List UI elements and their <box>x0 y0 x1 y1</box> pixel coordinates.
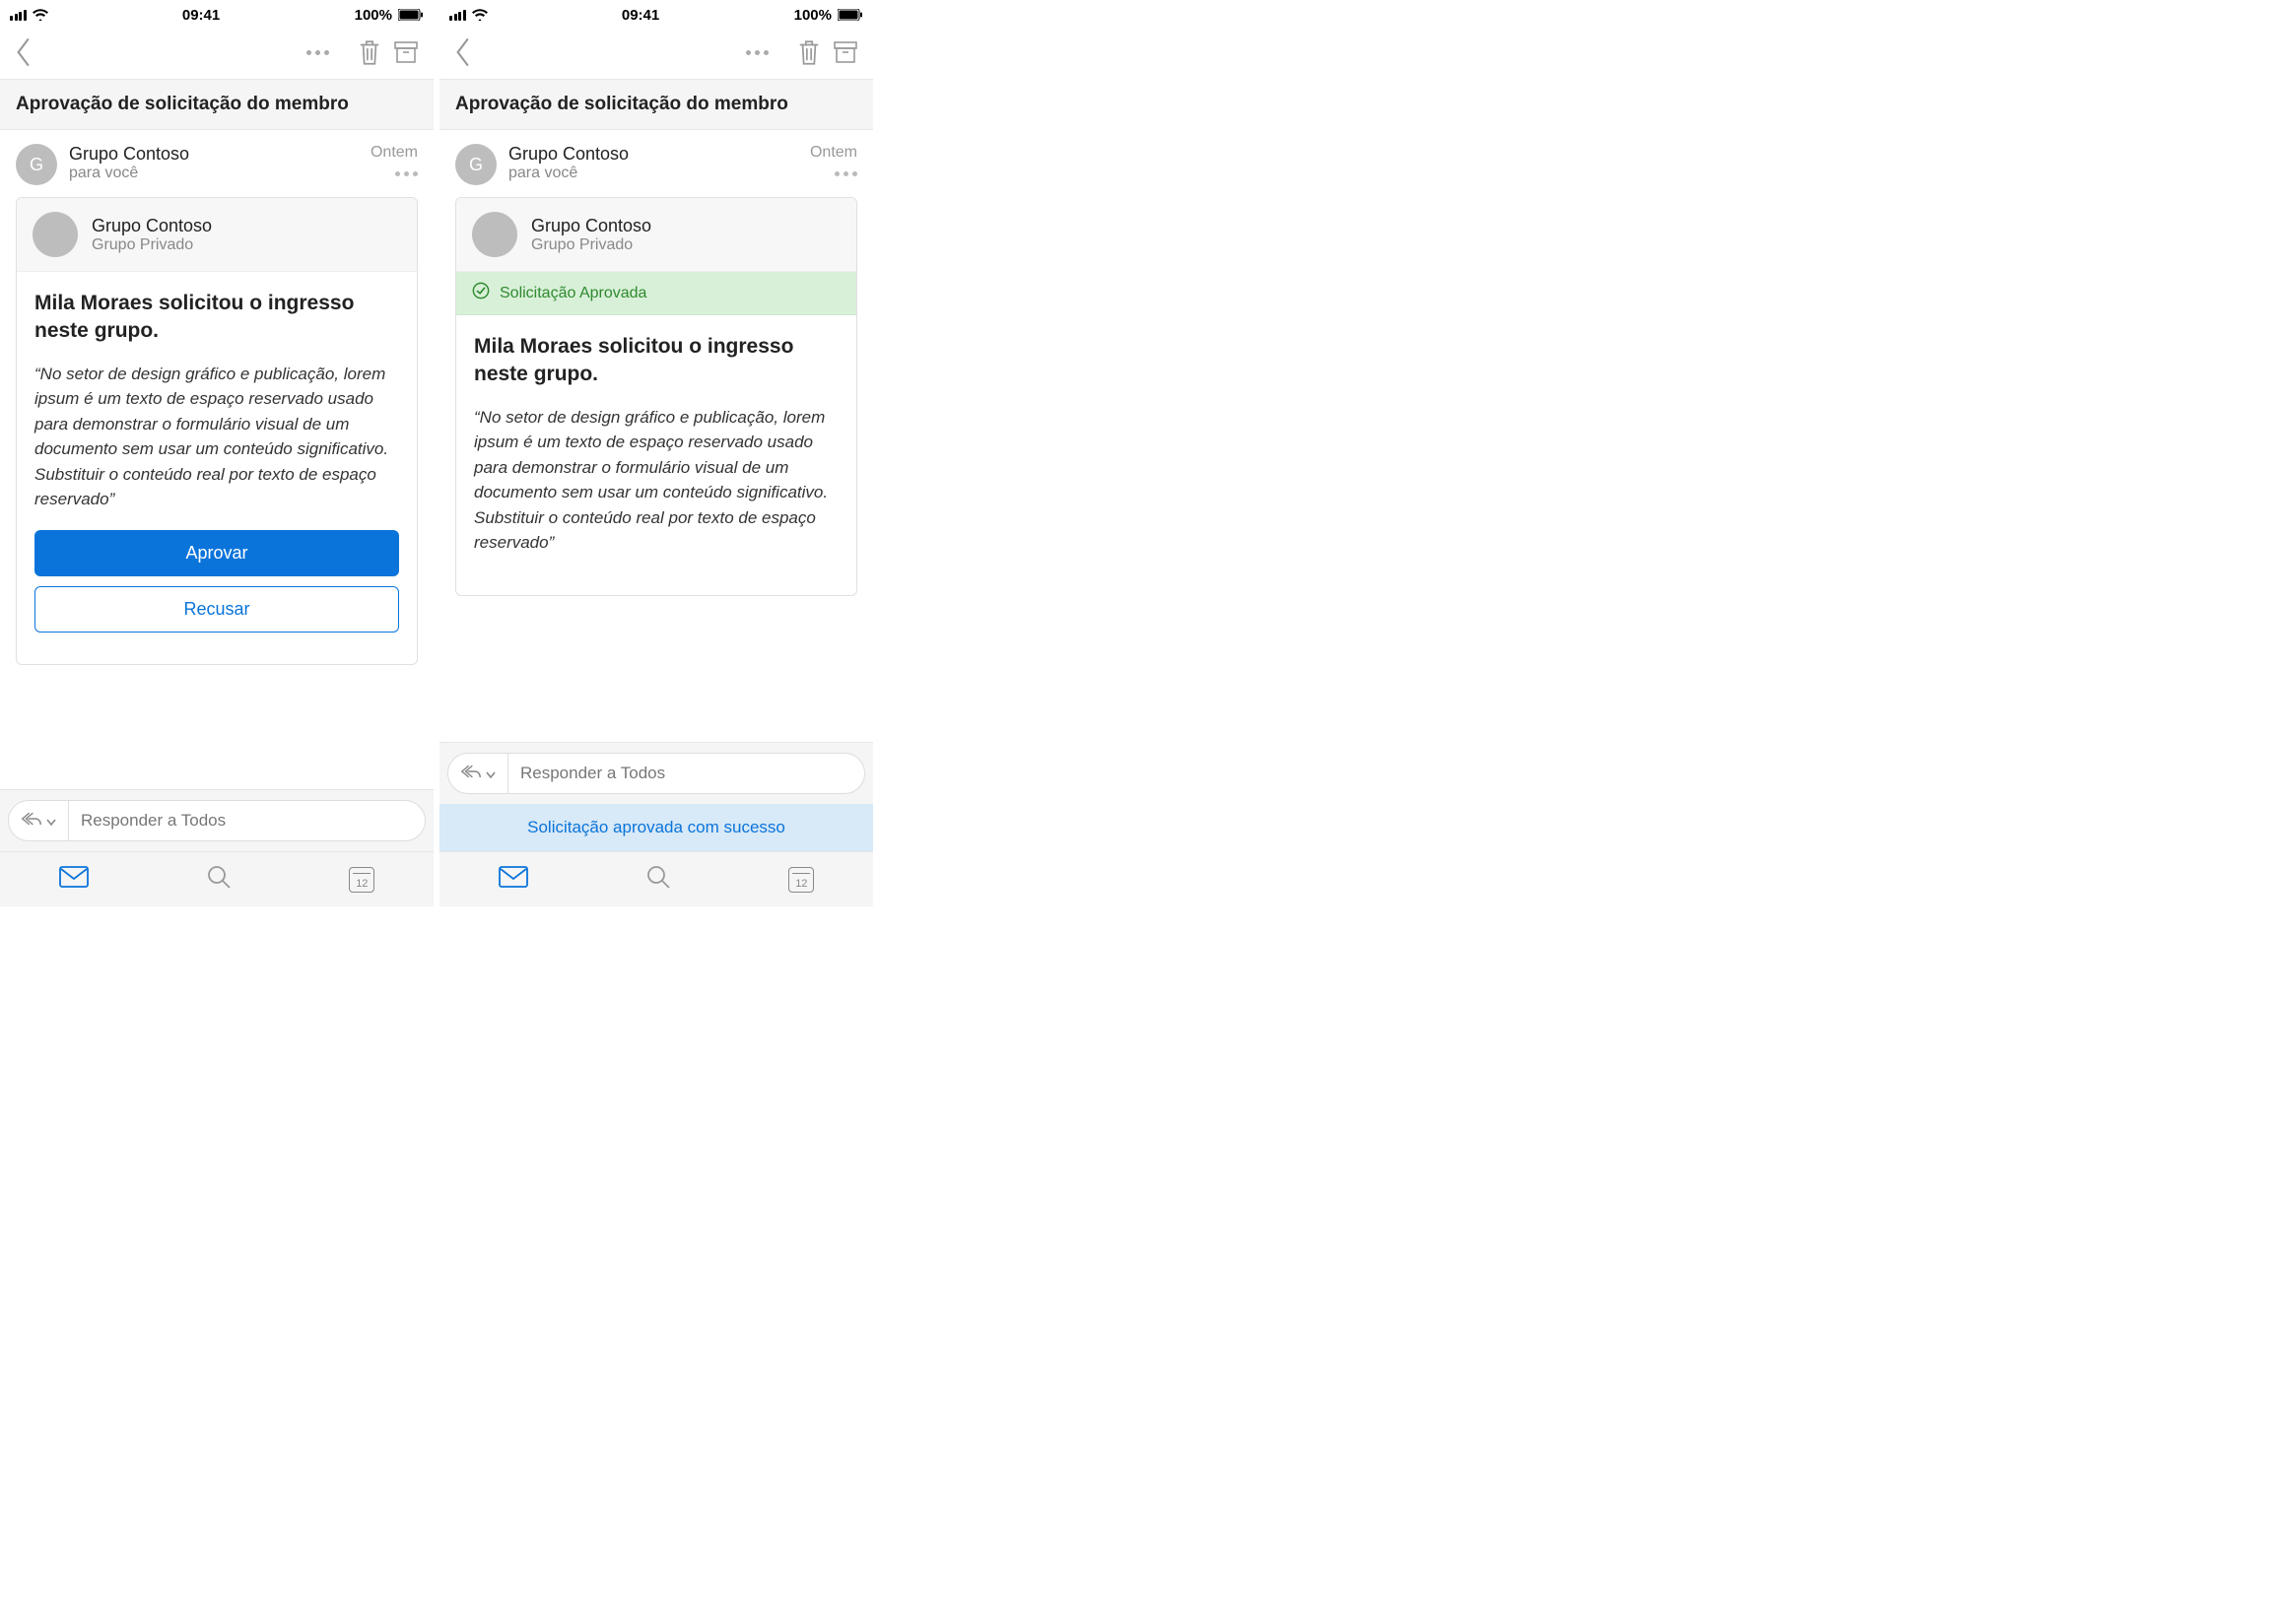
wifi-icon <box>33 9 48 21</box>
tab-calendar[interactable]: 12 <box>349 867 374 893</box>
calendar-icon: 12 <box>788 867 814 893</box>
reply-input[interactable]: Responder a Todos <box>447 753 865 794</box>
recipient-line: para você <box>69 165 189 182</box>
trash-icon[interactable] <box>357 37 382 67</box>
battery-percent: 100% <box>355 7 392 24</box>
request-card: Grupo Contoso Grupo Privado Solicitação … <box>455 197 857 596</box>
more-icon[interactable] <box>746 50 769 55</box>
success-toast: Solicitação aprovada com sucesso <box>439 804 873 851</box>
subject: Aprovação de solicitação do membro <box>439 79 873 130</box>
trash-icon[interactable] <box>796 37 822 67</box>
archive-icon[interactable] <box>392 38 420 66</box>
reply-all-icon <box>21 811 42 832</box>
group-avatar <box>33 212 78 257</box>
battery-icon <box>838 9 863 21</box>
mail-header: G Grupo Contoso para você Ontem <box>0 130 434 197</box>
mail-header: G Grupo Contoso para você Ontem <box>439 130 873 197</box>
battery-icon <box>398 9 424 21</box>
approved-label: Solicitação Aprovada <box>500 285 646 302</box>
status-bar: 09:41 100% <box>0 0 434 26</box>
tab-mail[interactable] <box>59 866 89 893</box>
group-privacy: Grupo Privado <box>92 236 212 254</box>
tab-calendar[interactable]: 12 <box>788 867 814 893</box>
reply-placeholder: Responder a Todos <box>69 811 226 831</box>
chevron-down-icon <box>486 764 496 784</box>
toolbar <box>0 26 434 79</box>
subject: Aprovação de solicitação do membro <box>0 79 434 130</box>
request-title: Mila Moraes solicitou o ingresso neste g… <box>34 290 399 346</box>
group-name: Grupo Contoso <box>92 216 212 236</box>
tab-bar: 12 <box>0 851 434 906</box>
reply-bar: Responder a Todos <box>0 789 434 851</box>
reply-input[interactable]: Responder a Todos <box>8 800 426 841</box>
more-icon[interactable] <box>306 50 329 55</box>
back-icon[interactable] <box>14 37 34 67</box>
card-header: Grupo Contoso Grupo Privado <box>456 198 856 272</box>
request-card: Grupo Contoso Grupo Privado Mila Moraes … <box>16 197 418 665</box>
toolbar <box>439 26 873 79</box>
tab-bar: 12 <box>439 851 873 906</box>
signal-icon <box>10 10 27 21</box>
reply-placeholder: Responder a Todos <box>508 764 665 783</box>
decline-button[interactable]: Recusar <box>34 586 399 633</box>
chevron-down-icon <box>46 811 56 832</box>
group-name: Grupo Contoso <box>531 216 651 236</box>
recipient-line: para você <box>508 165 629 182</box>
card-header: Grupo Contoso Grupo Privado <box>17 198 417 272</box>
request-message: “No setor de design gráfico e publicação… <box>34 362 399 512</box>
wifi-icon <box>472 9 488 21</box>
back-icon[interactable] <box>453 37 473 67</box>
mail-more-icon[interactable] <box>371 171 418 176</box>
tab-search[interactable] <box>206 864 232 895</box>
archive-icon[interactable] <box>832 38 859 66</box>
tab-search[interactable] <box>645 864 671 895</box>
mail-time: Ontem <box>371 144 418 162</box>
mail-more-icon[interactable] <box>810 171 857 176</box>
tab-mail[interactable] <box>499 866 528 893</box>
check-circle-icon <box>472 282 490 304</box>
phone-screen-after: 09:41 100% Aprovação de solicitação do m… <box>439 0 873 906</box>
calendar-icon: 12 <box>349 867 374 893</box>
request-title: Mila Moraes solicitou o ingresso neste g… <box>474 333 839 389</box>
mail-time: Ontem <box>810 144 857 162</box>
battery-percent: 100% <box>794 7 832 24</box>
phone-screen-before: 09:41 100% Aprovação de solicitação do m… <box>0 0 434 906</box>
approved-banner: Solicitação Aprovada <box>456 272 856 315</box>
status-time: 09:41 <box>48 7 355 24</box>
sender-name[interactable]: Grupo Contoso <box>508 144 629 165</box>
request-message: “No setor de design gráfico e publicação… <box>474 405 839 556</box>
approve-button[interactable]: Aprovar <box>34 530 399 576</box>
status-bar: 09:41 100% <box>439 0 873 26</box>
reply-bar: Responder a Todos <box>439 742 873 804</box>
sender-avatar[interactable]: G <box>16 144 57 185</box>
status-time: 09:41 <box>488 7 794 24</box>
reply-all-icon <box>460 764 482 784</box>
sender-avatar[interactable]: G <box>455 144 497 185</box>
group-privacy: Grupo Privado <box>531 236 651 254</box>
sender-name[interactable]: Grupo Contoso <box>69 144 189 165</box>
signal-icon <box>449 10 466 21</box>
group-avatar <box>472 212 517 257</box>
